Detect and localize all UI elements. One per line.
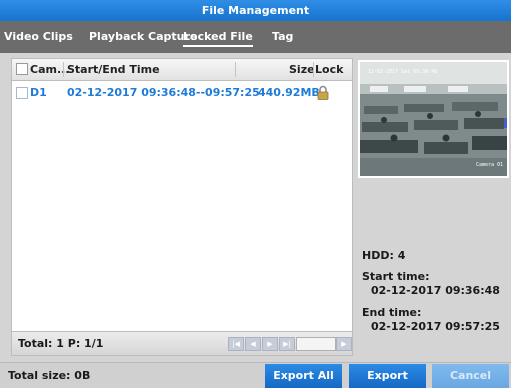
table-header: Cam... Start/End Time Size Lock — [12, 59, 352, 81]
row-camera: D1 — [30, 86, 47, 99]
preview-camera-label: Camera 01 — [476, 162, 504, 168]
bottom-bar: Total size: 0B Export All Export Cancel — [0, 362, 511, 388]
pagination-bar: Total: 1 P: 1/1 |◀ ◀ ▶ ▶| ▶ — [12, 331, 352, 355]
last-page-button[interactable]: ▶| — [279, 337, 295, 351]
office-scene-image — [360, 62, 507, 176]
tab-video-clips[interactable]: Video Clips — [4, 21, 73, 53]
first-page-button[interactable]: |◀ — [228, 337, 244, 351]
column-divider — [63, 62, 64, 77]
select-all-checkbox[interactable] — [16, 63, 28, 75]
end-time-label: End time: — [362, 306, 422, 319]
export-button[interactable]: Export — [349, 364, 426, 388]
column-divider — [235, 62, 236, 77]
tab-tag[interactable]: Tag — [272, 21, 293, 53]
tab-locked-file[interactable]: Locked File — [183, 21, 253, 53]
page-number-input[interactable] — [296, 337, 336, 351]
table-row[interactable]: D1 02-12-2017 09:36:48--09:57:25 440.92M… — [12, 83, 352, 103]
export-all-button[interactable]: Export All — [265, 364, 342, 388]
lock-icon[interactable] — [317, 85, 329, 103]
total-count: Total: 1 P: 1/1 — [18, 337, 104, 350]
column-lock[interactable]: Lock — [315, 59, 343, 80]
tab-playback-capture[interactable]: Playback Capture — [89, 21, 197, 53]
total-size: Total size: 0B — [8, 369, 91, 382]
hdd-label: HDD: 4 — [362, 249, 406, 262]
prev-page-button[interactable]: ◀ — [245, 337, 261, 351]
row-time: 02-12-2017 09:36:48--09:57:25 — [67, 86, 260, 99]
start-time-value: 02-12-2017 09:36:48 — [371, 284, 500, 297]
start-time-label: Start time: — [362, 270, 430, 283]
row-size: 440.92MB — [258, 86, 320, 99]
window-title: File Management — [0, 0, 511, 21]
next-page-button[interactable]: ▶ — [262, 337, 278, 351]
column-size[interactable]: Size — [289, 59, 315, 80]
preview-timestamp: 12-02-2017 Sat 09:36:48 — [368, 69, 438, 75]
file-list-panel: Cam... Start/End Time Size Lock D1 02-12… — [11, 58, 353, 356]
column-divider — [313, 62, 314, 77]
video-preview: 12-02-2017 Sat 09:36:48 Camera 01 — [358, 60, 509, 178]
row-checkbox[interactable] — [16, 87, 28, 99]
column-start-end-time[interactable]: Start/End Time — [67, 59, 160, 80]
end-time-value: 02-12-2017 09:57:25 — [371, 320, 500, 333]
tab-bar: Video Clips Playback Capture Locked File… — [0, 21, 511, 53]
cancel-button[interactable]: Cancel — [432, 364, 509, 388]
go-page-button[interactable]: ▶ — [336, 337, 352, 351]
